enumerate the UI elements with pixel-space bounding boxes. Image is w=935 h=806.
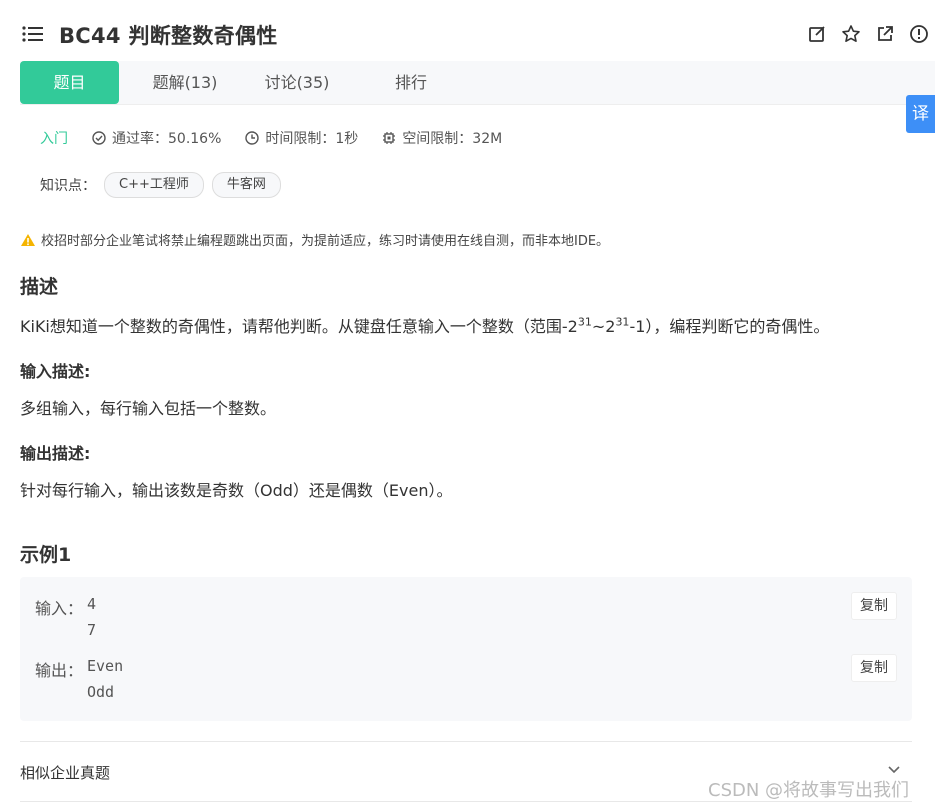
copy-input-button[interactable]: 复制: [851, 592, 897, 620]
similar-questions-toggle[interactable]: 相似企业真题: [20, 762, 110, 783]
example-heading: 示例1: [20, 544, 72, 566]
warning-icon: [21, 233, 35, 246]
space-limit: 空间限制：32M: [402, 131, 503, 147]
external-link-icon[interactable]: [875, 24, 895, 44]
clock-icon: [245, 131, 260, 145]
watermark: CSDN @将故事写出我们: [708, 780, 910, 801]
tab-problem[interactable]: 题目: [20, 61, 119, 104]
list-menu-icon[interactable]: [22, 25, 44, 43]
header: BC44 判断整数奇偶性: [0, 0, 935, 62]
description-text: KiKi想知道一个整数的奇偶性，请帮他判断。从键盘任意输入一个整数（范围-231…: [20, 315, 830, 336]
chevron-down-icon[interactable]: [887, 765, 901, 775]
knowledge-label: 知识点：: [40, 178, 96, 194]
input-desc-heading: 输入描述:: [20, 362, 91, 381]
input-desc-text: 多组输入，每行输入包括一个整数。: [20, 399, 277, 418]
output-desc-text: 针对每行输入，输出该数是奇数（Odd）还是偶数（Even）。: [20, 481, 453, 500]
warning-text: 校招时部分企业笔试将禁止编程题跳出页面，为提前适应，练习时请使用在线自测，而非本…: [41, 234, 610, 249]
divider: [20, 741, 912, 742]
problem-meta: 入门 通过率：50.16% 时间限制：1秒 空间限制：32M: [40, 128, 526, 148]
example-output-value: Even Odd: [87, 657, 124, 701]
copy-output-button[interactable]: 复制: [851, 654, 897, 682]
translate-button[interactable]: 译: [906, 95, 935, 133]
time-limit: 时间限制：1秒: [265, 131, 359, 147]
edit-icon[interactable]: [807, 24, 827, 44]
example-input-value: 4 7: [87, 595, 97, 639]
knowledge-points: 知识点： C++工程师 牛客网: [40, 172, 281, 198]
example-input-label: 输入：: [35, 599, 84, 618]
example-output-label: 输出：: [35, 661, 84, 680]
tag-nowcoder[interactable]: 牛客网: [211, 172, 281, 198]
difficulty-level: 入门: [40, 131, 68, 147]
output-desc-heading: 输出描述:: [20, 444, 91, 463]
chip-icon: [383, 132, 396, 144]
check-circle-icon: [92, 131, 106, 145]
tag-cpp-engineer[interactable]: C++工程师: [104, 172, 204, 198]
warning-notice: 校招时部分企业笔试将禁止编程题跳出页面，为提前适应，练习时请使用在线自测，而非本…: [20, 230, 609, 249]
example-box: 输入： 4 7 复制 输出： Even Odd 复制: [20, 577, 912, 721]
pass-rate: 通过率：50.16%: [112, 131, 222, 147]
description-heading: 描述: [20, 276, 59, 298]
info-icon[interactable]: [909, 24, 929, 44]
tab-ranking[interactable]: 排行: [361, 61, 461, 104]
tab-solutions[interactable]: 题解(13): [135, 61, 235, 104]
star-icon[interactable]: [841, 24, 861, 44]
page-title: BC44 判断整数奇偶性: [59, 24, 278, 48]
tab-bar: 题目 题解(13) 讨论(35) 排行: [20, 61, 935, 105]
tab-discussion[interactable]: 讨论(35): [247, 61, 347, 104]
